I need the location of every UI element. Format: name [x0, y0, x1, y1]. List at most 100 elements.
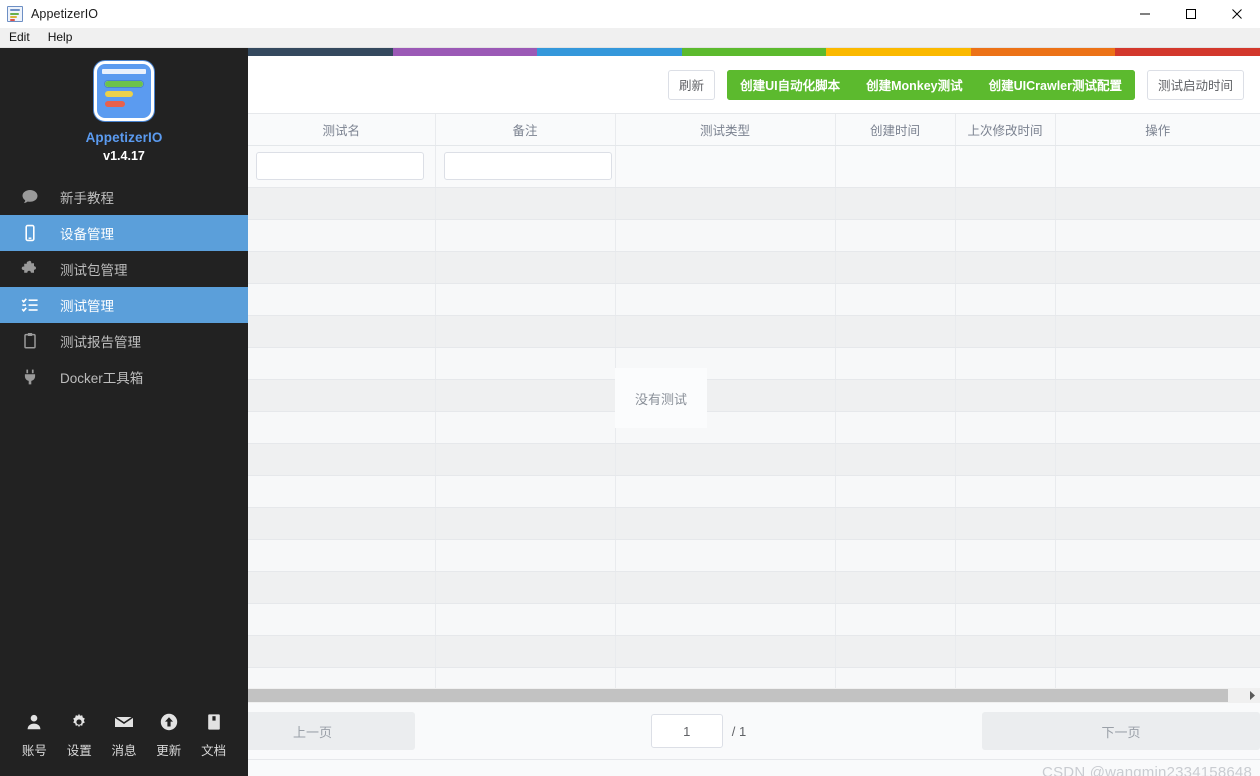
- table-row[interactable]: [248, 315, 1260, 348]
- create-monkey-test-button[interactable]: 创建Monkey测试: [853, 69, 976, 100]
- table-cell: [835, 507, 956, 540]
- table-row[interactable]: [248, 347, 1260, 380]
- table-header-row: 测试名 备注 测试类型 创建时间 上次修改时间 操作: [248, 114, 1260, 146]
- table-filter-row: [248, 145, 1260, 188]
- column-header-modify-time[interactable]: 上次修改时间: [955, 114, 1056, 146]
- test-name-filter[interactable]: [256, 152, 424, 180]
- table-cell: [835, 187, 956, 220]
- test-startup-time-button[interactable]: 测试启动时间: [1146, 69, 1244, 100]
- scrollbar-thumb[interactable]: [248, 689, 1228, 702]
- table-cell: [435, 219, 616, 252]
- table-row[interactable]: [248, 187, 1260, 220]
- table-cell: [1055, 475, 1260, 508]
- column-header-test-type[interactable]: 测试类型: [615, 114, 836, 146]
- book-icon: [204, 710, 224, 734]
- empty-state-message: 没有测试: [615, 368, 707, 428]
- arrow-up-circle-icon: [159, 710, 179, 734]
- table-row[interactable]: [248, 379, 1260, 412]
- pagination-bar: 上一页 / 1 下一页: [210, 703, 1260, 760]
- phone-icon: [0, 223, 60, 243]
- sidebar-footer-settings[interactable]: 设置: [57, 710, 102, 759]
- table-row[interactable]: [248, 251, 1260, 284]
- create-ui-script-button[interactable]: 创建UI自动化脚本: [727, 69, 854, 100]
- menu-item-edit[interactable]: Edit: [0, 28, 39, 47]
- sidebar-item-label: 新手教程: [60, 191, 114, 206]
- sidebar-footer-docs[interactable]: 文档: [191, 710, 236, 759]
- close-button[interactable]: [1214, 0, 1260, 28]
- rainbow-segment-6: [1115, 48, 1260, 56]
- rainbow-segment-4: [826, 48, 971, 56]
- chevron-right-icon[interactable]: [1244, 688, 1260, 703]
- sidebar-item-package-management[interactable]: 测试包管理: [0, 251, 248, 287]
- column-header-actions[interactable]: 操作: [1055, 114, 1260, 146]
- table-row[interactable]: [248, 539, 1260, 572]
- table-cell: [1055, 571, 1260, 604]
- table-cell: [435, 507, 616, 540]
- table-row[interactable]: [248, 507, 1260, 540]
- application-window: AppetizerIO Edit Help AppetizerIO v1.4.1…: [0, 0, 1260, 776]
- column-header-remark[interactable]: 备注: [435, 114, 616, 146]
- sidebar-item-report-management[interactable]: 测试报告管理: [0, 323, 248, 359]
- table-cell: [955, 347, 1056, 380]
- table-row[interactable]: [248, 603, 1260, 636]
- table-row[interactable]: [248, 219, 1260, 252]
- minimize-button[interactable]: [1122, 0, 1168, 28]
- page-number-input[interactable]: [650, 714, 723, 748]
- sidebar-item-tutorial[interactable]: 新手教程: [0, 179, 248, 215]
- sidebar-footer-messages[interactable]: 消息: [102, 710, 147, 759]
- watermark-text: CSDN @wangmin2334158648: [1042, 764, 1252, 776]
- brand-version: v1.4.17: [103, 149, 145, 163]
- window-title: AppetizerIO: [31, 7, 99, 21]
- maximize-icon: [1186, 9, 1196, 19]
- table-cell: [615, 603, 836, 636]
- create-uicrawler-config-button[interactable]: 创建UICrawler测试配置: [975, 69, 1135, 100]
- sidebar-item-label: 测试管理: [60, 299, 114, 314]
- sidebar-item-test-management[interactable]: 测试管理: [0, 287, 248, 323]
- sidebar-footer-account[interactable]: 账号: [12, 710, 57, 759]
- table-cell: [248, 507, 436, 540]
- column-header-test-name[interactable]: 测试名: [248, 114, 436, 146]
- user-icon: [24, 710, 44, 734]
- sidebar-item-device-management[interactable]: 设备管理: [0, 215, 248, 251]
- table-row[interactable]: [248, 283, 1260, 316]
- remark-filter[interactable]: [443, 152, 612, 180]
- brand-name: AppetizerIO: [85, 130, 163, 145]
- table-cell: [955, 475, 1056, 508]
- maximize-button[interactable]: [1168, 0, 1214, 28]
- table-row[interactable]: [248, 635, 1260, 668]
- table-cell: [835, 379, 956, 412]
- sidebar: AppetizerIO v1.4.17 新手教程 设备管理 测试包管理 测试管理…: [0, 48, 248, 776]
- sidebar-item-label: Docker工具箱: [60, 371, 144, 386]
- filter-cell-test-name: [248, 145, 436, 188]
- table-cell: [435, 635, 616, 668]
- footer-area: CSDN @wangmin2334158648: [248, 760, 1260, 776]
- sidebar-item-docker-toolbox[interactable]: Docker工具箱: [0, 359, 248, 395]
- table-row[interactable]: [248, 411, 1260, 444]
- toolbar: 刷新 创建UI自动化脚本 创建Monkey测试 创建UICrawler测试配置 …: [248, 56, 1260, 113]
- table-row[interactable]: [248, 475, 1260, 508]
- rainbow-segment-1: [392, 48, 538, 56]
- table-cell: [435, 379, 616, 412]
- table-cell: [435, 539, 616, 572]
- column-header-create-time[interactable]: 创建时间: [835, 114, 956, 146]
- table-cell: [835, 539, 956, 572]
- refresh-button[interactable]: 刷新: [668, 69, 716, 100]
- sidebar-item-label: 测试包管理: [60, 263, 128, 278]
- table-row[interactable]: [248, 443, 1260, 476]
- rainbow-segment-0: [248, 48, 393, 56]
- table-cell: [615, 315, 836, 348]
- table-cell: [835, 219, 956, 252]
- table-cell: [248, 571, 436, 604]
- table-cell: [435, 347, 616, 380]
- page-total-label: / 1: [731, 723, 747, 739]
- sidebar-footer-update[interactable]: 更新: [146, 710, 191, 759]
- menu-item-help[interactable]: Help: [39, 28, 82, 47]
- table-cell: [1055, 187, 1260, 220]
- next-page-button[interactable]: 下一页: [982, 712, 1260, 750]
- table-row[interactable]: [248, 571, 1260, 604]
- scrollbar-track[interactable]: [248, 688, 1244, 703]
- table-cell: [955, 603, 1056, 636]
- table-cell: [248, 251, 436, 284]
- test-table: 测试名 备注 测试类型 创建时间 上次修改时间 操作: [248, 114, 1260, 700]
- horizontal-scrollbar[interactable]: [248, 688, 1260, 703]
